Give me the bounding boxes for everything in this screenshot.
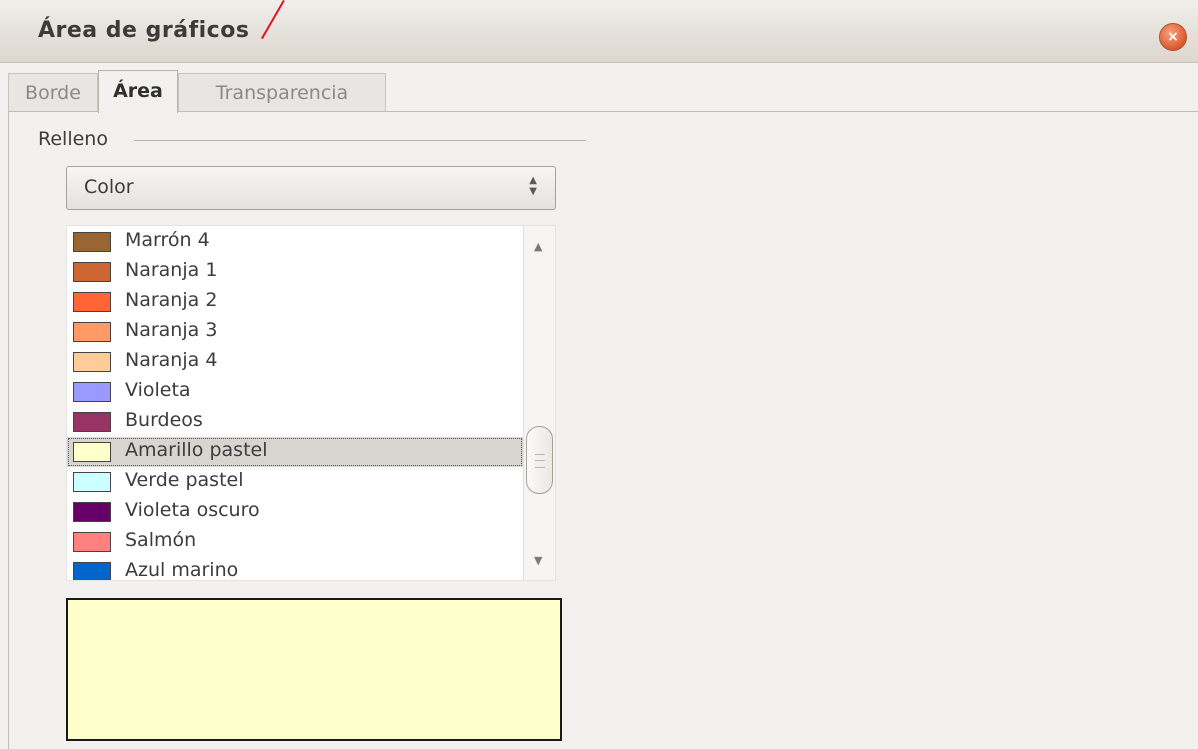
color-list-item[interactable]: Naranja 3 (67, 317, 523, 347)
color-swatch (73, 532, 111, 552)
color-list-item[interactable]: Naranja 1 (67, 257, 523, 287)
color-name: Naranja 2 (125, 289, 218, 311)
scroll-down-arrow-icon[interactable]: ▼ (534, 554, 542, 567)
grip-icon (535, 454, 545, 468)
annotation-mark (261, 0, 285, 40)
color-list-item[interactable]: Marrón 4 (67, 227, 523, 257)
color-name: Naranja 3 (125, 319, 218, 341)
color-name: Azul marino (125, 559, 239, 581)
color-name: Violeta (125, 379, 191, 401)
tab-borde[interactable]: Borde (8, 73, 98, 111)
color-name: Amarillo pastel (125, 439, 268, 461)
fill-section-label: Relleno (38, 128, 108, 150)
color-swatch (73, 382, 111, 402)
section-divider (134, 140, 586, 141)
color-list-item[interactable]: Azul marino (67, 557, 523, 581)
color-swatch (73, 262, 111, 282)
list-scrollbar[interactable]: ▲ ▼ (523, 226, 555, 580)
color-name: Marrón 4 (125, 229, 210, 251)
color-swatch (73, 502, 111, 522)
color-list-item[interactable]: Violeta (67, 377, 523, 407)
color-list-item[interactable]: Verde pastel (67, 467, 523, 497)
color-list-item[interactable]: Salmón (67, 527, 523, 557)
color-swatch (73, 232, 111, 252)
tab-area[interactable]: Área (98, 70, 178, 113)
color-name: Naranja 4 (125, 349, 218, 371)
dialog-titlebar: Área de gráficos × (0, 0, 1198, 63)
color-swatch (73, 412, 111, 432)
color-list-item[interactable]: Naranja 4 (67, 347, 523, 377)
color-list-item[interactable]: Naranja 2 (67, 287, 523, 317)
color-name: Naranja 1 (125, 259, 218, 281)
tab-transparencia[interactable]: Transparencia (178, 73, 386, 111)
tab-panel-border (8, 111, 1198, 112)
fill-type-select[interactable]: Color ▲ ▼ (66, 166, 556, 210)
color-swatch (73, 322, 111, 342)
color-name: Violeta oscuro (125, 499, 260, 521)
close-icon[interactable]: × (1159, 23, 1187, 51)
tab-panel-left-border (8, 111, 9, 749)
color-list-item[interactable]: Burdeos (67, 407, 523, 437)
color-list-item[interactable]: Violeta oscuro (67, 497, 523, 527)
fill-preview (66, 598, 562, 741)
color-swatch (73, 442, 111, 462)
spin-arrows-icon: ▲ ▼ (529, 175, 537, 197)
color-list[interactable]: Marrón 4 Naranja 1 Naranja 2 Naranja 3 Naran… (66, 225, 556, 581)
color-swatch (73, 292, 111, 312)
color-list-item[interactable]: Amarillo pastel (67, 437, 523, 467)
fill-type-value: Color (84, 176, 134, 198)
color-swatch (73, 352, 111, 372)
scrollbar-thumb[interactable] (526, 426, 553, 494)
dialog-title: Área de gráficos (38, 18, 250, 43)
scroll-up-arrow-icon[interactable]: ▲ (534, 240, 542, 253)
color-swatch (73, 562, 111, 580)
color-name: Verde pastel (125, 469, 244, 491)
color-name: Burdeos (125, 409, 203, 431)
color-swatch (73, 472, 111, 492)
color-name: Salmón (125, 529, 197, 551)
